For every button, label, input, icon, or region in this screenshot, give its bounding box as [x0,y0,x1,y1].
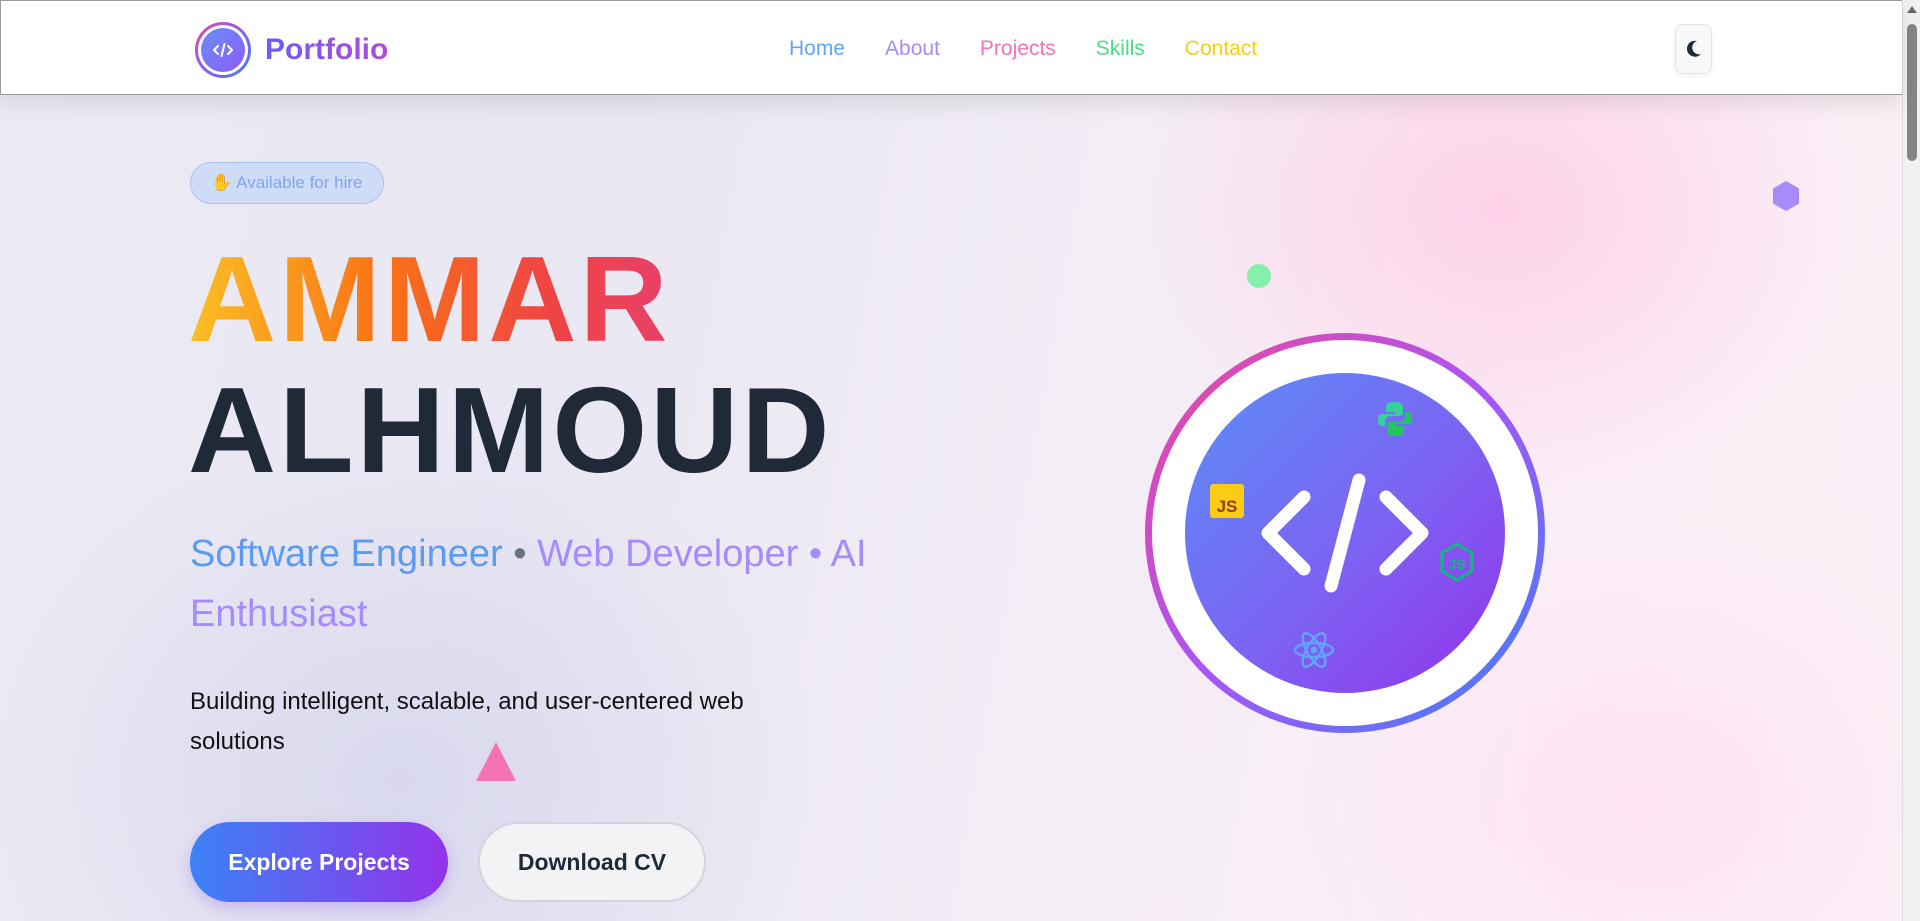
hexagon-shape-icon [1773,181,1799,211]
nav-link-about[interactable]: About [885,37,940,61]
nav-link-home[interactable]: Home [789,37,845,61]
hero-code-graphic: JS JS [1145,333,1545,733]
main-nav: Home About Projects Skills Contact [789,37,1257,61]
brand[interactable]: Portfolio [195,22,388,78]
role-software-engineer: Software Engineer [190,533,503,575]
navbar: Portfolio Home About Projects Skills Con… [0,0,1902,95]
circle-shape-icon [1247,264,1271,288]
availability-badge-label: Available for hire [236,173,363,192]
hero-roles: Software Engineer • Web Developer • AI E… [190,524,910,644]
role-separator-2: • [808,533,823,575]
brand-logo [195,22,251,78]
code-icon [213,43,233,57]
javascript-icon: JS [1210,484,1244,518]
explore-projects-button[interactable]: Explore Projects [190,822,448,902]
role-separator: • [513,533,527,575]
hero-last-name: ALHMOUD [188,362,833,498]
page-scrollbar[interactable] [1902,0,1920,921]
availability-badge: ✋ Available for hire [190,162,384,204]
nav-link-skills[interactable]: Skills [1096,37,1145,61]
moon-icon [1686,40,1701,57]
hero-first-name: AMMAR [188,231,671,367]
scroll-up-arrow-icon[interactable] [1907,6,1917,13]
nav-link-projects[interactable]: Projects [980,37,1056,61]
theme-toggle-button[interactable] [1675,24,1712,74]
triangle-shape-icon [476,742,516,781]
js-badge-label: JS [1217,497,1238,516]
waving-hand-icon: ✋ [211,173,233,192]
role-web-developer: Web Developer [537,533,799,575]
svg-text:JS: JS [1448,556,1465,572]
brand-name: Portfolio [265,33,389,66]
scroll-thumb[interactable] [1907,24,1917,161]
nav-link-contact[interactable]: Contact [1185,37,1257,61]
download-cv-button[interactable]: Download CV [478,822,706,902]
